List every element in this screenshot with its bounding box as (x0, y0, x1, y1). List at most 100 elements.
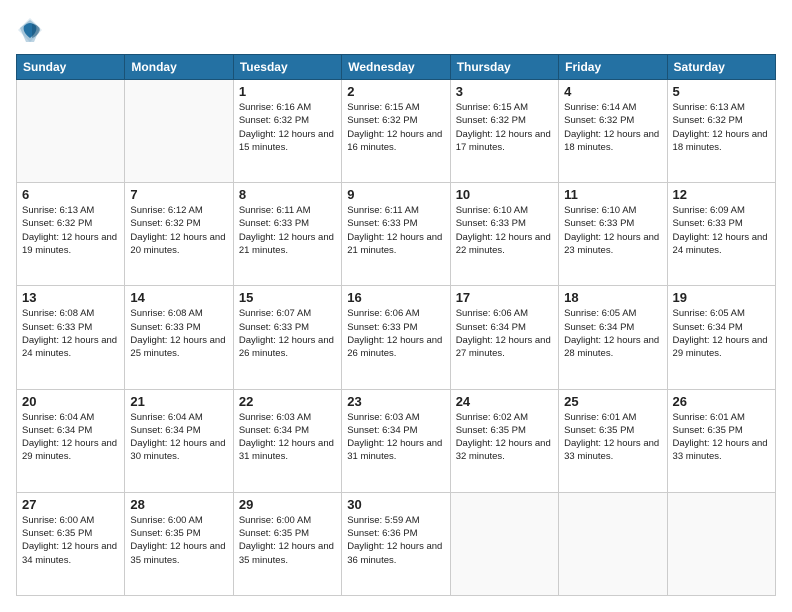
day-number: 19 (673, 290, 770, 305)
calendar-cell: 1 Sunrise: 6:16 AM Sunset: 6:32 PM Daylig… (233, 80, 341, 183)
calendar-cell: 9Sunrise: 6:11 AM Sunset: 6:33 PM Daylig… (342, 183, 450, 286)
weekday-header: Wednesday (342, 55, 450, 80)
calendar-cell: 5Sunrise: 6:13 AM Sunset: 6:32 PM Daylig… (667, 80, 775, 183)
calendar-cell: 6 Sunrise: 6:13 AM Sunset: 6:32 PM Daylig… (17, 183, 125, 286)
calendar-week-row: 20Sunrise: 6:04 AM Sunset: 6:34 PM Dayli… (17, 389, 776, 492)
calendar-cell: 13 Sunrise: 6:08 AM Sunset: 6:33 PM Dayli… (17, 286, 125, 389)
day-info: Sunrise: 6:01 AM Sunset: 6:35 PM Dayligh… (673, 411, 770, 464)
calendar-cell (450, 492, 558, 595)
day-info: Sunrise: 6:09 AM Sunset: 6:33 PM Dayligh… (673, 204, 770, 257)
day-number: 1 (239, 84, 336, 99)
day-number: 17 (456, 290, 553, 305)
day-info: Sunrise: 6:06 AM Sunset: 6:34 PM Dayligh… (456, 307, 553, 360)
logo-icon (16, 16, 44, 44)
calendar-cell (17, 80, 125, 183)
calendar-cell: 10Sunrise: 6:10 AM Sunset: 6:33 PM Dayli… (450, 183, 558, 286)
day-info: Sunrise: 6:08 AM Sunset: 6:33 PM Dayligh… (130, 307, 227, 360)
day-info: Sunrise: 6:15 AM Sunset: 6:32 PM Dayligh… (347, 101, 444, 154)
calendar-cell (559, 492, 667, 595)
calendar-cell: 2 Sunrise: 6:15 AM Sunset: 6:32 PM Daylig… (342, 80, 450, 183)
day-number: 15 (239, 290, 336, 305)
calendar-cell: 7Sunrise: 6:12 AM Sunset: 6:32 PM Daylig… (125, 183, 233, 286)
day-info: Sunrise: 6:08 AM Sunset: 6:33 PM Dayligh… (22, 307, 119, 360)
day-info: Sunrise: 6:16 AM Sunset: 6:32 PM Dayligh… (239, 101, 336, 154)
calendar-cell: 19 Sunrise: 6:05 AM Sunset: 6:34 PM Dayli… (667, 286, 775, 389)
day-number: 14 (130, 290, 227, 305)
day-number: 18 (564, 290, 661, 305)
day-info: Sunrise: 6:03 AM Sunset: 6:34 PM Dayligh… (239, 411, 336, 464)
calendar-cell: 28 Sunrise: 6:00 AM Sunset: 6:35 PM Dayli… (125, 492, 233, 595)
calendar-week-row: 6 Sunrise: 6:13 AM Sunset: 6:32 PM Daylig… (17, 183, 776, 286)
logo (16, 16, 48, 44)
day-info: Sunrise: 6:00 AM Sunset: 6:35 PM Dayligh… (239, 514, 336, 567)
day-info: Sunrise: 6:02 AM Sunset: 6:35 PM Dayligh… (456, 411, 553, 464)
weekday-header: Saturday (667, 55, 775, 80)
day-number: 5 (673, 84, 770, 99)
weekday-header: Monday (125, 55, 233, 80)
day-info: Sunrise: 6:00 AM Sunset: 6:35 PM Dayligh… (22, 514, 119, 567)
calendar-cell: 3Sunrise: 6:15 AM Sunset: 6:32 PM Daylig… (450, 80, 558, 183)
weekday-header: Sunday (17, 55, 125, 80)
day-number: 28 (130, 497, 227, 512)
weekday-header: Friday (559, 55, 667, 80)
day-number: 24 (456, 394, 553, 409)
day-number: 9 (347, 187, 444, 202)
day-info: Sunrise: 6:07 AM Sunset: 6:33 PM Dayligh… (239, 307, 336, 360)
calendar-cell: 22 Sunrise: 6:03 AM Sunset: 6:34 PM Dayli… (233, 389, 341, 492)
day-number: 25 (564, 394, 661, 409)
calendar-header-row: SundayMondayTuesdayWednesdayThursdayFrid… (17, 55, 776, 80)
calendar-cell: 12Sunrise: 6:09 AM Sunset: 6:33 PM Dayli… (667, 183, 775, 286)
calendar-cell: 20Sunrise: 6:04 AM Sunset: 6:34 PM Dayli… (17, 389, 125, 492)
day-info: Sunrise: 6:03 AM Sunset: 6:34 PM Dayligh… (347, 411, 444, 464)
calendar-cell: 8Sunrise: 6:11 AM Sunset: 6:33 PM Daylig… (233, 183, 341, 286)
calendar-cell: 21 Sunrise: 6:04 AM Sunset: 6:34 PM Dayli… (125, 389, 233, 492)
day-info: Sunrise: 6:05 AM Sunset: 6:34 PM Dayligh… (673, 307, 770, 360)
day-number: 27 (22, 497, 119, 512)
calendar-cell: 16Sunrise: 6:06 AM Sunset: 6:33 PM Dayli… (342, 286, 450, 389)
calendar-cell (125, 80, 233, 183)
calendar-week-row: 27 Sunrise: 6:00 AM Sunset: 6:35 PM Dayli… (17, 492, 776, 595)
day-info: Sunrise: 6:05 AM Sunset: 6:34 PM Dayligh… (564, 307, 661, 360)
day-info: Sunrise: 6:11 AM Sunset: 6:33 PM Dayligh… (239, 204, 336, 257)
day-info: Sunrise: 6:01 AM Sunset: 6:35 PM Dayligh… (564, 411, 661, 464)
day-info: Sunrise: 5:59 AM Sunset: 6:36 PM Dayligh… (347, 514, 444, 567)
calendar-cell: 24 Sunrise: 6:02 AM Sunset: 6:35 PM Dayli… (450, 389, 558, 492)
calendar-week-row: 1 Sunrise: 6:16 AM Sunset: 6:32 PM Daylig… (17, 80, 776, 183)
day-number: 7 (130, 187, 227, 202)
day-info: Sunrise: 6:15 AM Sunset: 6:32 PM Dayligh… (456, 101, 553, 154)
day-number: 21 (130, 394, 227, 409)
calendar-cell: 23 Sunrise: 6:03 AM Sunset: 6:34 PM Dayli… (342, 389, 450, 492)
header (16, 16, 776, 44)
calendar-table: SundayMondayTuesdayWednesdayThursdayFrid… (16, 54, 776, 596)
calendar-cell: 29Sunrise: 6:00 AM Sunset: 6:35 PM Dayli… (233, 492, 341, 595)
day-info: Sunrise: 6:04 AM Sunset: 6:34 PM Dayligh… (22, 411, 119, 464)
day-number: 13 (22, 290, 119, 305)
calendar-cell: 17 Sunrise: 6:06 AM Sunset: 6:34 PM Dayli… (450, 286, 558, 389)
day-number: 2 (347, 84, 444, 99)
day-number: 11 (564, 187, 661, 202)
day-info: Sunrise: 6:00 AM Sunset: 6:35 PM Dayligh… (130, 514, 227, 567)
calendar-cell: 14 Sunrise: 6:08 AM Sunset: 6:33 PM Dayli… (125, 286, 233, 389)
day-number: 22 (239, 394, 336, 409)
day-number: 23 (347, 394, 444, 409)
day-number: 4 (564, 84, 661, 99)
day-info: Sunrise: 6:04 AM Sunset: 6:34 PM Dayligh… (130, 411, 227, 464)
day-info: Sunrise: 6:14 AM Sunset: 6:32 PM Dayligh… (564, 101, 661, 154)
weekday-header: Tuesday (233, 55, 341, 80)
calendar-cell: 27 Sunrise: 6:00 AM Sunset: 6:35 PM Dayli… (17, 492, 125, 595)
calendar-cell: 11 Sunrise: 6:10 AM Sunset: 6:33 PM Dayli… (559, 183, 667, 286)
calendar-week-row: 13 Sunrise: 6:08 AM Sunset: 6:33 PM Dayli… (17, 286, 776, 389)
day-info: Sunrise: 6:10 AM Sunset: 6:33 PM Dayligh… (564, 204, 661, 257)
day-number: 6 (22, 187, 119, 202)
calendar-cell: 15 Sunrise: 6:07 AM Sunset: 6:33 PM Dayli… (233, 286, 341, 389)
day-number: 26 (673, 394, 770, 409)
day-info: Sunrise: 6:10 AM Sunset: 6:33 PM Dayligh… (456, 204, 553, 257)
day-number: 30 (347, 497, 444, 512)
page: SundayMondayTuesdayWednesdayThursdayFrid… (0, 0, 792, 612)
calendar-cell: 18 Sunrise: 6:05 AM Sunset: 6:34 PM Dayli… (559, 286, 667, 389)
day-info: Sunrise: 6:06 AM Sunset: 6:33 PM Dayligh… (347, 307, 444, 360)
calendar-cell: 4 Sunrise: 6:14 AM Sunset: 6:32 PM Daylig… (559, 80, 667, 183)
weekday-header: Thursday (450, 55, 558, 80)
calendar-cell: 25 Sunrise: 6:01 AM Sunset: 6:35 PM Dayli… (559, 389, 667, 492)
day-info: Sunrise: 6:13 AM Sunset: 6:32 PM Dayligh… (22, 204, 119, 257)
